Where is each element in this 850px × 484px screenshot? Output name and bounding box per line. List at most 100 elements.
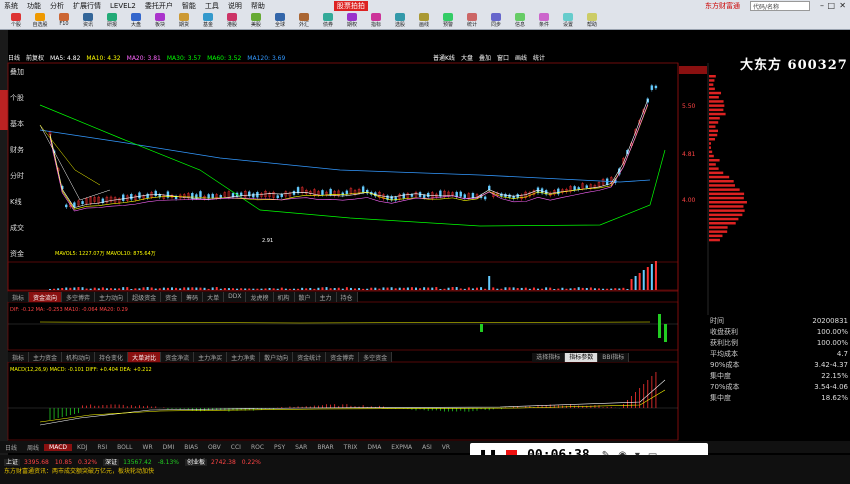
lower-indicator-tab[interactable]: 大单对比	[128, 352, 162, 362]
toolbar-button[interactable]: 设置	[556, 13, 580, 29]
toolbar-button[interactable]: 板块	[148, 13, 172, 29]
bottom-tab[interactable]: WR	[138, 444, 158, 451]
menu-item[interactable]: 扩展行情	[73, 1, 101, 11]
bottom-tab[interactable]: DMI	[158, 444, 180, 451]
indicator-tab[interactable]: 主力	[315, 292, 337, 302]
menu-item[interactable]: 功能	[27, 1, 41, 11]
toolbar-icon	[563, 13, 573, 21]
bottom-tab[interactable]: 周线	[22, 443, 44, 452]
toolbar-button[interactable]: 个股	[4, 13, 28, 29]
toolbar-button[interactable]: 基金	[196, 13, 220, 29]
menu-item[interactable]: 工具	[205, 1, 219, 11]
toolbar-button[interactable]: 债券	[316, 13, 340, 29]
lower-indicator-tab[interactable]: 资金博弈	[326, 352, 360, 362]
bottom-tab[interactable]: EXPMA	[386, 444, 417, 451]
toolbar-button[interactable]: 研报	[100, 13, 124, 29]
toolbar-button[interactable]: 信息	[508, 13, 532, 29]
search-input[interactable]: 代码/名称	[750, 1, 810, 11]
menu-item[interactable]: 系统	[4, 1, 18, 11]
indicator-tab[interactable]: 多空博弈	[62, 292, 96, 302]
indicator-tab[interactable]: 散户	[294, 292, 316, 302]
bottom-tab[interactable]: RSI	[92, 444, 112, 451]
bottom-tab[interactable]: KDJ	[72, 444, 92, 451]
lower-panel-button[interactable]: BBI指标	[598, 353, 630, 362]
toolbar-button[interactable]: 外汇	[292, 13, 316, 29]
bottom-tab[interactable]: ASI	[417, 444, 437, 451]
lower-indicator-tab[interactable]: 机构动向	[62, 352, 96, 362]
indicator-tab[interactable]: 机构	[273, 292, 295, 302]
lower-indicator-tab[interactable]: 资金统计	[293, 352, 327, 362]
volume-bar	[199, 287, 202, 290]
toolbar-button[interactable]: 资讯	[76, 13, 100, 29]
indicator-tab[interactable]: 指标	[8, 292, 30, 302]
menu-item[interactable]: LEVEL2	[110, 2, 136, 10]
menu-item[interactable]: 帮助	[251, 1, 265, 11]
indicator-tab[interactable]: 大单	[203, 292, 225, 302]
bottom-tab[interactable]: BIAS	[179, 444, 203, 451]
indicator-tab[interactable]: 持仓	[336, 292, 358, 302]
toolbar-button[interactable]: 选股	[388, 13, 412, 29]
chip-bar	[709, 138, 715, 141]
toolbar-button[interactable]: 自选股	[28, 13, 52, 29]
menu-item[interactable]: 分析	[50, 1, 64, 11]
menu-badge[interactable]: 股票拍拍	[333, 1, 368, 11]
bottom-tab[interactable]: 日线	[0, 443, 22, 452]
lower-panel-button[interactable]: 选择指标	[532, 353, 566, 362]
menu-list: 系统 功能 分析 扩展行情 LEVEL2 委托开户 智能 工具 说明 帮助 股票拍拍	[0, 0, 368, 12]
close-icon[interactable]: ✕	[839, 1, 846, 10]
volume-bar	[537, 288, 539, 290]
toolbar-label: 画线	[418, 22, 429, 28]
bottom-tab[interactable]: BOLL	[112, 444, 137, 451]
toolbar-button[interactable]: 预警	[436, 13, 460, 29]
indicator-tab[interactable]: 龙虎榜	[246, 292, 274, 302]
indicator-tab[interactable]: 资金	[161, 292, 183, 302]
bottom-tab[interactable]: CCI	[226, 444, 246, 451]
bottom-tab[interactable]: PSY	[269, 444, 290, 451]
volume-bar	[402, 287, 405, 290]
bottom-tab[interactable]: MACD	[44, 443, 73, 451]
lower-indicator-tab[interactable]: 资金净流	[161, 352, 195, 362]
lower-indicator-tab[interactable]: 主力资金	[29, 352, 63, 362]
bottom-tab[interactable]: TRIX	[339, 444, 363, 451]
bottom-tab[interactable]: ROC	[246, 444, 269, 451]
toolbar-button[interactable]: 帮助	[580, 13, 604, 29]
indicator-tab[interactable]: 资金流向	[29, 292, 63, 302]
toolbar-button[interactable]: 统计	[460, 13, 484, 29]
indicator-tab[interactable]: 主力动向	[95, 292, 129, 302]
macd-dea-line	[39, 389, 666, 423]
toolbar-button[interactable]: 期权	[340, 13, 364, 29]
toolbar-button[interactable]: 港股	[220, 13, 244, 29]
toolbar-button[interactable]: 美股	[244, 13, 268, 29]
ticker-news[interactable]: 东方财富通资讯：两市成交额突破万亿元，板块轮动加快	[4, 468, 154, 475]
toolbar-button[interactable]: 同步	[484, 13, 508, 29]
bottom-tab[interactable]: DMA	[362, 444, 386, 451]
indicator-tab[interactable]: 筹码	[182, 292, 204, 302]
menu-item[interactable]: 委托开户	[145, 1, 173, 11]
toolbar-button[interactable]: 指标	[364, 13, 388, 29]
toolbar-button[interactable]: 条件	[532, 13, 556, 29]
indicator-tab[interactable]: 超级资金	[128, 292, 162, 302]
toolbar-button[interactable]: 大盘	[124, 13, 148, 29]
lower-indicator-tab[interactable]: 散户动向	[260, 352, 294, 362]
lower-indicator-tab[interactable]: 指标	[8, 352, 30, 362]
bottom-tab[interactable]: VR	[437, 444, 455, 451]
bottom-tab[interactable]: OBV	[203, 444, 226, 451]
menu-item[interactable]: 说明	[228, 1, 242, 11]
lower-indicator-tab[interactable]: 主力净买	[194, 352, 228, 362]
toolbar-button[interactable]: F10	[52, 13, 76, 29]
lower-indicator-tab[interactable]: 持仓变化	[95, 352, 129, 362]
toolbar-button[interactable]: 画线	[412, 13, 436, 29]
bottom-tab[interactable]: BRAR	[312, 444, 338, 451]
bottom-tab[interactable]: SAR	[290, 444, 312, 451]
minimize-icon[interactable]: –	[820, 1, 824, 10]
toolbar-button[interactable]: 期货	[172, 13, 196, 29]
menu-item[interactable]: 智能	[182, 1, 196, 11]
lower-indicator-tab[interactable]: 多空资金	[359, 352, 393, 362]
lower-indicator-tab[interactable]: 主力净卖	[227, 352, 261, 362]
maximize-icon[interactable]: □	[827, 1, 835, 10]
toolbar-button[interactable]: 全球	[268, 13, 292, 29]
volume-bar	[520, 287, 523, 290]
candle-body	[199, 191, 202, 198]
lower-panel-button[interactable]: 指标参数	[565, 353, 599, 362]
indicator-tab[interactable]: DDX	[224, 292, 247, 302]
